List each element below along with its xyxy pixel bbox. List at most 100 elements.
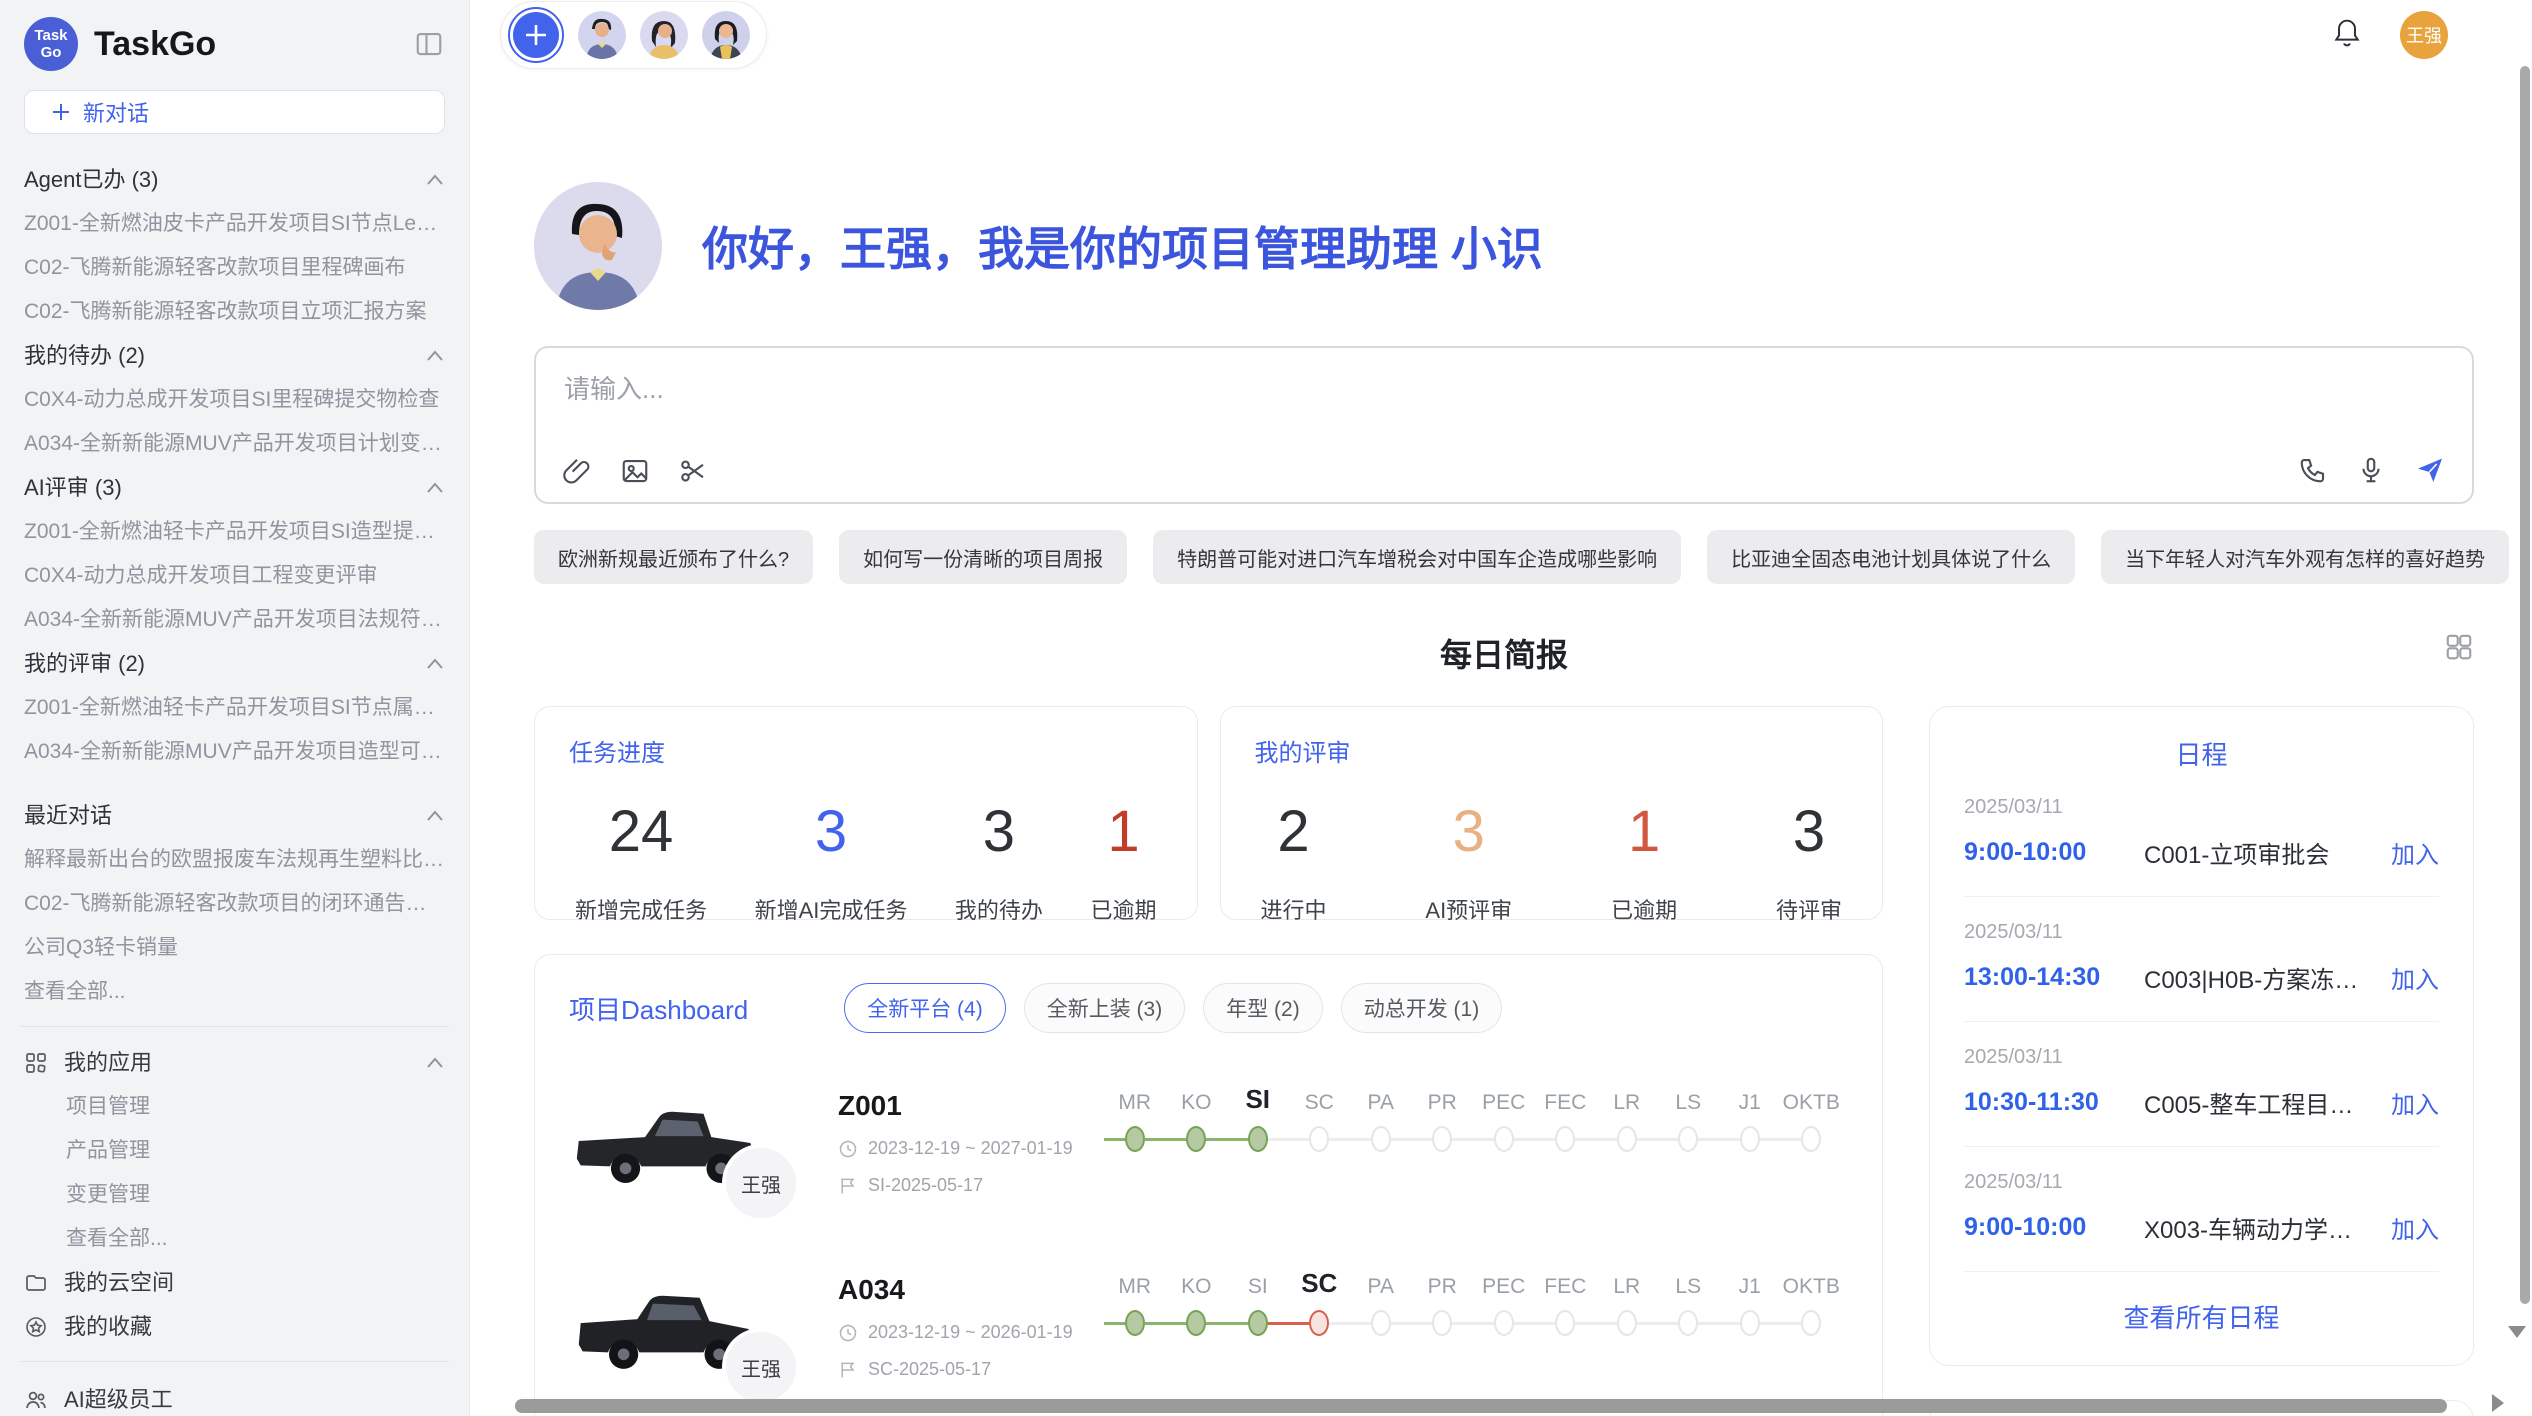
milestone[interactable]: KO (1166, 1073, 1228, 1157)
section-agent-done[interactable]: Agent已办 (3) (24, 168, 445, 192)
milestone[interactable]: FEC (1535, 1073, 1597, 1157)
milestone[interactable]: LS (1658, 1257, 1720, 1341)
chevron-up-icon[interactable] (425, 349, 445, 363)
project-row[interactable]: 王强 Z001 2023-12-19 ~ 2027-01-19 (569, 1069, 1848, 1217)
image-icon[interactable] (620, 456, 650, 486)
project-code: Z001 (838, 1090, 1090, 1122)
section-my-todo[interactable]: 我的待办 (2) (24, 344, 445, 368)
milestone[interactable]: PR (1412, 1257, 1474, 1341)
collapse-sidebar-icon[interactable] (413, 29, 445, 59)
add-agent-button[interactable] (508, 7, 564, 63)
join-button[interactable]: 加入 (2391, 1085, 2439, 1120)
filter-pill[interactable]: 年型 (2) (1203, 983, 1323, 1033)
milestone[interactable]: OKTB (1781, 1073, 1843, 1157)
section-my-review[interactable]: 我的评审 (2) (24, 652, 445, 676)
filter-pill[interactable]: 动总开发 (1) (1341, 983, 1503, 1033)
milestone[interactable]: SC (1289, 1073, 1351, 1157)
send-icon[interactable] (2414, 454, 2446, 486)
suggestion-chip[interactable]: 欧洲新规最近颁布了什么? (534, 530, 813, 584)
attachment-icon[interactable] (562, 456, 592, 486)
sidebar-item[interactable]: A034-全新新能源MUV产品开发项目法规符合性评审 (24, 608, 445, 632)
app-item-project-mgmt[interactable]: 项目管理 (24, 1095, 445, 1119)
phone-icon[interactable] (2298, 455, 2328, 485)
chevron-up-icon[interactable] (425, 657, 445, 671)
sidebar-item[interactable]: Z001-全新燃油皮卡产品开发项目SI节点Lesson Learn报告 (24, 212, 445, 236)
milestone[interactable]: PEC (1473, 1073, 1535, 1157)
join-button[interactable]: 加入 (2391, 960, 2439, 995)
sidebar-item-cloud-space[interactable]: 我的云空间 (24, 1271, 445, 1295)
chevron-up-icon[interactable] (425, 1056, 445, 1070)
chevron-up-icon[interactable] (425, 809, 445, 823)
app-item-change-mgmt[interactable]: 变更管理 (24, 1183, 445, 1207)
sidebar-item[interactable]: Z001-全新燃油轻卡产品开发项目SI节点属性5D文件评审 (24, 696, 445, 720)
event-name: C003|H0B-方案冻结评审 (2144, 960, 2373, 995)
sidebar-item-favorites[interactable]: 我的收藏 (24, 1315, 445, 1339)
vertical-scrollbar-thumb[interactable] (2520, 66, 2530, 1304)
sidebar-item[interactable]: A034-全新新能源MUV产品开发项目造型可行性评审 (24, 740, 445, 764)
milestone[interactable]: LS (1658, 1073, 1720, 1157)
suggestion-chip[interactable]: 比亚迪全固态电池计划具体说了什么 (1707, 530, 2075, 584)
stat: 1 已逾期 (1611, 798, 1677, 925)
milestone[interactable]: LR (1596, 1073, 1658, 1157)
chevron-up-icon[interactable] (425, 173, 445, 187)
sidebar-item[interactable]: 解释最新出台的欧盟报废车法规再生塑料比例被调至15%... (24, 848, 445, 872)
view-all-chats[interactable]: 查看全部... (24, 980, 445, 1004)
stat-value: 3 (1425, 798, 1512, 865)
scissors-icon[interactable] (678, 456, 708, 486)
milestone[interactable]: SI (1227, 1257, 1289, 1341)
milestone[interactable]: KO (1166, 1257, 1228, 1341)
join-button[interactable]: 加入 (2391, 1210, 2439, 1245)
milestone[interactable]: J1 (1719, 1257, 1781, 1341)
filter-pill[interactable]: 全新上装 (3) (1024, 983, 1186, 1033)
milestone[interactable]: FEC (1535, 1257, 1597, 1341)
sidebar-item[interactable]: C02-飞腾新能源轻客改款项目的闭环通告反馈情况 (24, 892, 445, 916)
composer-left-icons (562, 456, 708, 486)
milestone[interactable]: PA (1350, 1073, 1412, 1157)
project-row[interactable]: 王强 A034 2023-12-19 ~ 2026-01-19 (569, 1253, 1848, 1401)
app-item-product-mgmt[interactable]: 产品管理 (24, 1139, 445, 1163)
milestone[interactable]: PR (1412, 1073, 1474, 1157)
event-name: X003-车辆动力学性能验... (2144, 1210, 2373, 1245)
milestone[interactable]: MR (1104, 1073, 1166, 1157)
suggestion-chip[interactable]: 如何写一份清晰的项目周报 (839, 530, 1127, 584)
filter-pill[interactable]: 全新平台 (4) (844, 983, 1006, 1033)
milestone[interactable]: MR (1104, 1257, 1166, 1341)
milestone[interactable]: J1 (1719, 1073, 1781, 1157)
scroll-down-arrow[interactable] (2508, 1326, 2526, 1338)
sidebar-item[interactable]: 公司Q3轻卡销量 (24, 936, 445, 960)
user-avatar[interactable]: 王强 (2400, 11, 2448, 59)
sidebar-item[interactable]: C0X4-动力总成开发项目工程变更评审 (24, 564, 445, 588)
sidebar-item[interactable]: A034-全新新能源MUV产品开发项目计划变更表编写 (24, 432, 445, 456)
milestone[interactable]: LR (1596, 1257, 1658, 1341)
suggestion-chip[interactable]: 特朗普可能对进口汽车增税会对中国车企造成哪些影响 (1153, 530, 1681, 584)
milestone[interactable]: PEC (1473, 1257, 1535, 1341)
section-ai-review[interactable]: AI评审 (3) (24, 476, 445, 500)
sidebar-item[interactable]: C02-飞腾新能源轻客改款项目立项汇报方案 (24, 300, 445, 324)
milestone[interactable]: SC (1289, 1257, 1351, 1341)
section-recent-chats[interactable]: 最近对话 (24, 804, 445, 828)
notification-bell-icon[interactable] (2332, 17, 2362, 54)
scroll-right-arrow[interactable] (2492, 1394, 2504, 1412)
chat-input[interactable] (564, 374, 1919, 405)
agent-avatar-1[interactable] (578, 11, 626, 59)
sidebar-item[interactable]: C02-飞腾新能源轻客改款项目里程碑画布 (24, 256, 445, 280)
milestone[interactable]: OKTB (1781, 1257, 1843, 1341)
join-button[interactable]: 加入 (2391, 835, 2439, 870)
milestone[interactable]: SI (1227, 1073, 1289, 1157)
sidebar-item[interactable]: Z001-全新燃油轻卡产品开发项目SI造型提交物评审 (24, 520, 445, 544)
sidebar-item[interactable]: C0X4-动力总成开发项目SI里程碑提交物检查 (24, 388, 445, 412)
microphone-icon[interactable] (2356, 455, 2386, 485)
sidebar-item-my-apps[interactable]: 我的应用 (24, 1051, 445, 1075)
milestone[interactable]: PA (1350, 1257, 1412, 1341)
suggestion-chip[interactable]: 当下年轻人对汽车外观有怎样的喜好趋势 (2101, 530, 2509, 584)
view-all-schedule-link[interactable]: 查看所有日程 (1964, 1298, 2439, 1335)
milestone-label: LS (1675, 1257, 1701, 1299)
layout-grid-icon[interactable] (2444, 632, 2474, 667)
agent-avatar-3[interactable] (702, 11, 750, 59)
horizontal-scrollbar-thumb[interactable] (515, 1399, 2447, 1413)
agent-avatar-2[interactable] (640, 11, 688, 59)
chevron-up-icon[interactable] (425, 481, 445, 495)
new-chat-button[interactable]: 新对话 (24, 90, 445, 134)
view-all-apps[interactable]: 查看全部... (24, 1227, 445, 1251)
sidebar-item-ai-super-staff[interactable]: AI超级员工 (24, 1388, 445, 1412)
